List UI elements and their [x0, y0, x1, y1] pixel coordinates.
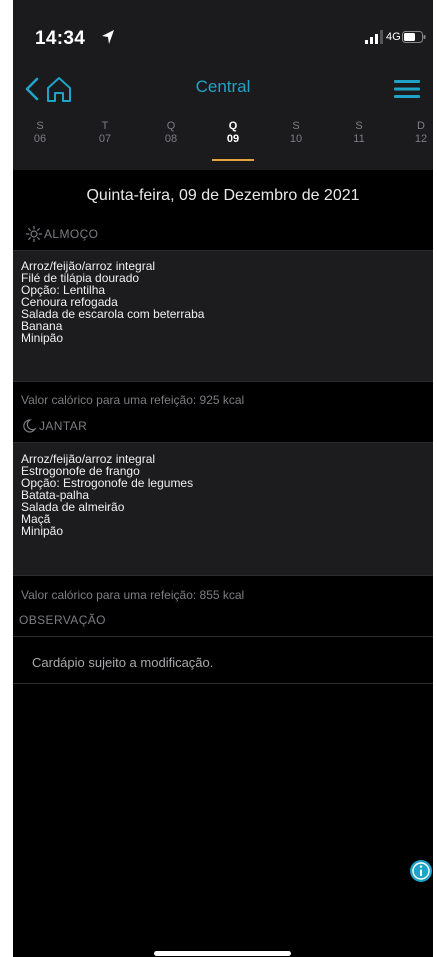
hamburger-menu-icon[interactable]	[394, 78, 420, 100]
info-icon[interactable]	[409, 859, 433, 883]
observation-section-header: OBSERVAÇÃO	[13, 606, 433, 634]
dinner-label: JANTAR	[39, 419, 88, 433]
screen: 14:34 4G Central S 06 T 07 Q 08 Q 09 S 1…	[13, 0, 433, 957]
day-number: 07	[98, 133, 112, 145]
day-letter: Q	[228, 120, 238, 132]
day-tab-08[interactable]: Q 08	[151, 120, 191, 146]
list-item: Salada de escarola com beterraba	[21, 307, 205, 321]
day-letter: S	[292, 120, 300, 132]
day-tab-06[interactable]: S 06	[20, 120, 60, 146]
selected-day-indicator	[212, 159, 254, 161]
list-item: Minipão	[21, 331, 64, 345]
day-letter: S	[355, 120, 363, 132]
lunch-label: ALMOÇO	[44, 227, 99, 241]
day-number: 11	[353, 133, 365, 145]
lunch-menu-list: Arroz/feijão/arroz integral Filé de tilá…	[13, 250, 433, 382]
lunch-calories: Valor calórico para uma refeição: 925 kc…	[21, 393, 245, 407]
home-indicator	[154, 951, 291, 956]
signal-strength-icon	[365, 30, 383, 44]
day-tab-12[interactable]: D 12	[401, 120, 433, 146]
day-tab-09[interactable]: Q 09	[213, 120, 253, 146]
network-type: 4G	[386, 31, 401, 43]
day-letter: Q	[166, 120, 176, 132]
lunch-section-header: ALMOÇO	[13, 220, 433, 248]
status-time: 14:34	[35, 28, 86, 49]
observation-label: OBSERVAÇÃO	[19, 613, 106, 627]
sun-icon	[26, 226, 42, 242]
dinner-section-header: JANTAR	[13, 412, 433, 440]
day-letter: T	[101, 120, 109, 132]
dinner-calories: Valor calórico para uma refeição: 855 kc…	[21, 588, 245, 602]
week-day-selector: S 06 T 07 Q 08 Q 09 S 10 S 11 D 12	[13, 108, 433, 170]
status-bar: 14:34 4G	[13, 0, 433, 70]
observation-text: Cardápio sujeito a modificação.	[32, 655, 214, 670]
page-title: Central	[195, 77, 251, 96]
day-letter: D	[417, 120, 425, 132]
list-item: Banana	[21, 319, 63, 333]
day-number: 06	[33, 133, 47, 145]
day-number: 09	[226, 133, 240, 145]
list-item: Maçã	[21, 512, 51, 526]
day-tab-11[interactable]: S 11	[339, 120, 379, 146]
divider	[13, 683, 433, 684]
list-item: Salada de almeirão	[21, 500, 125, 514]
day-tab-10[interactable]: S 10	[276, 120, 316, 146]
list-item: Minipão	[21, 524, 64, 538]
day-letter: S	[36, 120, 44, 132]
battery-icon	[402, 31, 426, 43]
navigation-bar: Central	[13, 70, 433, 108]
dinner-menu-list: Arroz/feijão/arroz integral Estrogonofe …	[13, 442, 433, 576]
day-tab-07[interactable]: T 07	[85, 120, 125, 146]
day-number: 12	[414, 133, 428, 145]
location-arrow-icon	[102, 30, 114, 44]
selected-date: Quinta-feira, 09 de Dezembro de 2021	[86, 187, 360, 204]
moon-icon	[23, 419, 37, 433]
day-number: 10	[289, 133, 303, 145]
day-number: 08	[164, 133, 178, 145]
divider	[13, 636, 433, 637]
